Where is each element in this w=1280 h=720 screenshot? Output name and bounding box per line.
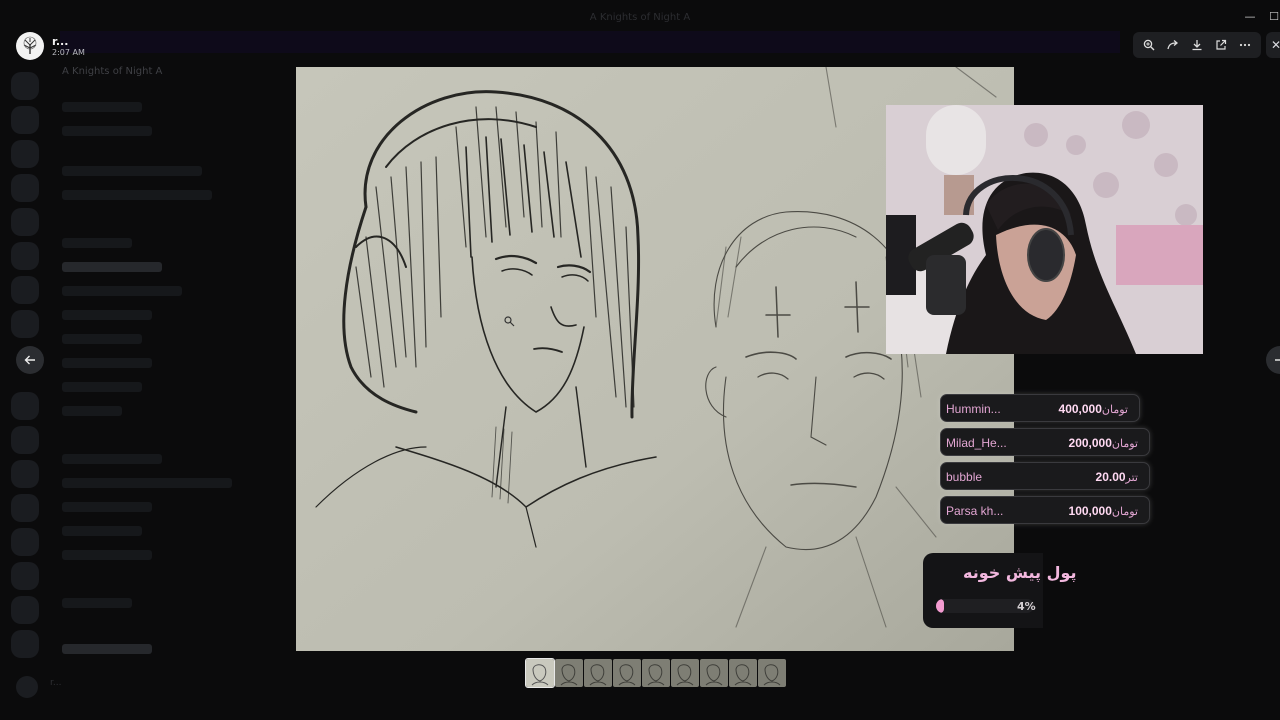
donation-amount: تومان200,000 (1069, 436, 1141, 450)
window-title: A Knights of Night A (589, 12, 691, 23)
thumbnail-strip (525, 658, 786, 688)
gallery-thumbnail[interactable] (584, 659, 612, 687)
server-icon (11, 460, 39, 488)
goal-percent: 4% (1017, 600, 1036, 613)
channel-item (62, 502, 152, 512)
forward-icon[interactable] (1163, 35, 1183, 55)
channel-item (62, 478, 232, 488)
server-icon (11, 174, 39, 202)
webcam-feed (886, 105, 1203, 354)
donation-amount: تومان400,000 (1059, 402, 1131, 416)
server-icon (11, 494, 39, 522)
channel-item (62, 550, 152, 560)
gallery-thumbnail[interactable] (642, 659, 670, 687)
media-toolbar (1133, 32, 1261, 58)
channel-item (62, 598, 132, 608)
donation-currency: تومان (1111, 438, 1138, 450)
zoom-in-icon[interactable] (1139, 35, 1159, 55)
arrow-right-icon (1275, 359, 1280, 361)
donation-value: 20.00 (1095, 470, 1126, 484)
gallery-thumbnail[interactable] (555, 659, 583, 687)
channel-item (62, 238, 132, 248)
user-panel: r... (10, 672, 250, 702)
message-timestamp: 2:07 AM (52, 48, 85, 57)
channel-item (62, 126, 152, 136)
donation-amount: تتر20.00 (1096, 470, 1141, 484)
donation-currency: تتر (1125, 472, 1138, 484)
gallery-thumbnail[interactable] (525, 658, 555, 688)
channel-item (62, 382, 142, 392)
server-icon (11, 562, 39, 590)
channel-item (62, 454, 162, 464)
server-icon (11, 630, 39, 658)
server-icon (11, 426, 39, 454)
server-icon (11, 528, 39, 556)
server-icon (11, 310, 39, 338)
announcement-banner (60, 31, 1120, 53)
channel-item (62, 262, 162, 272)
channel-item (62, 526, 142, 536)
more-icon[interactable] (1235, 35, 1255, 55)
gallery-thumbnail[interactable] (729, 659, 757, 687)
channel-item (62, 286, 182, 296)
server-icon (11, 140, 39, 168)
donor-name: bubble (946, 470, 983, 484)
channel-list (52, 62, 252, 662)
channel-item (62, 358, 152, 368)
maximize-icon[interactable]: ☐ (1267, 10, 1280, 24)
donation-goal: پول پیش خونه 4% (923, 553, 1077, 628)
gallery-thumbnail[interactable] (758, 659, 786, 687)
author-avatar[interactable] (16, 32, 44, 60)
channel-item (62, 310, 152, 320)
server-icon (11, 276, 39, 304)
donor-name: Milad_He... (946, 436, 1007, 450)
gallery-thumbnail[interactable] (613, 659, 641, 687)
webcam-overlay (886, 105, 1203, 354)
channel-item (62, 334, 142, 344)
open-external-icon[interactable] (1211, 35, 1231, 55)
goal-title: پول پیش خونه (963, 563, 1077, 582)
channel-item (62, 644, 152, 654)
donation-currency: تومان (1111, 506, 1138, 518)
download-icon[interactable] (1187, 35, 1207, 55)
close-icon[interactable]: ✕ (1266, 32, 1280, 58)
user-panel-name: r... (50, 678, 62, 688)
server-icon (11, 392, 39, 420)
donor-name: Parsa kh... (946, 504, 1004, 518)
donation-amount: تومان100,000 (1069, 504, 1141, 518)
channel-item (62, 102, 142, 112)
server-icon (11, 72, 39, 100)
avatar (16, 676, 38, 698)
server-icon (11, 242, 39, 270)
donor-name: Hummin... (946, 402, 1001, 416)
previous-image-button[interactable] (16, 346, 44, 374)
server-icon (11, 106, 39, 134)
server-icon (11, 596, 39, 624)
donation-list: Hummin... تومان400,000 Milad_He... تومان… (940, 394, 1150, 530)
donation-value: 100,000 (1068, 504, 1112, 518)
author-name[interactable]: r... (52, 35, 68, 48)
server-rail (0, 62, 50, 702)
goal-progress-fill (936, 599, 944, 613)
arrow-left-icon (24, 355, 35, 365)
donation-value: 400,000 (1058, 402, 1102, 416)
channel-item (62, 166, 202, 176)
minimize-icon[interactable]: — (1243, 10, 1257, 24)
donation-currency: تومان (1101, 404, 1128, 416)
donation-item: Hummin... تومان400,000 (940, 394, 1140, 422)
channel-item (62, 190, 212, 200)
channel-item (62, 406, 122, 416)
donation-item: bubble تتر20.00 (940, 462, 1150, 490)
donation-value: 200,000 (1068, 436, 1112, 450)
server-icon (11, 208, 39, 236)
donation-item: Parsa kh... تومان100,000 (940, 496, 1150, 524)
donation-item: Milad_He... تومان200,000 (940, 428, 1150, 456)
gallery-thumbnail[interactable] (700, 659, 728, 687)
gallery-thumbnail[interactable] (671, 659, 699, 687)
tree-icon (23, 36, 37, 54)
